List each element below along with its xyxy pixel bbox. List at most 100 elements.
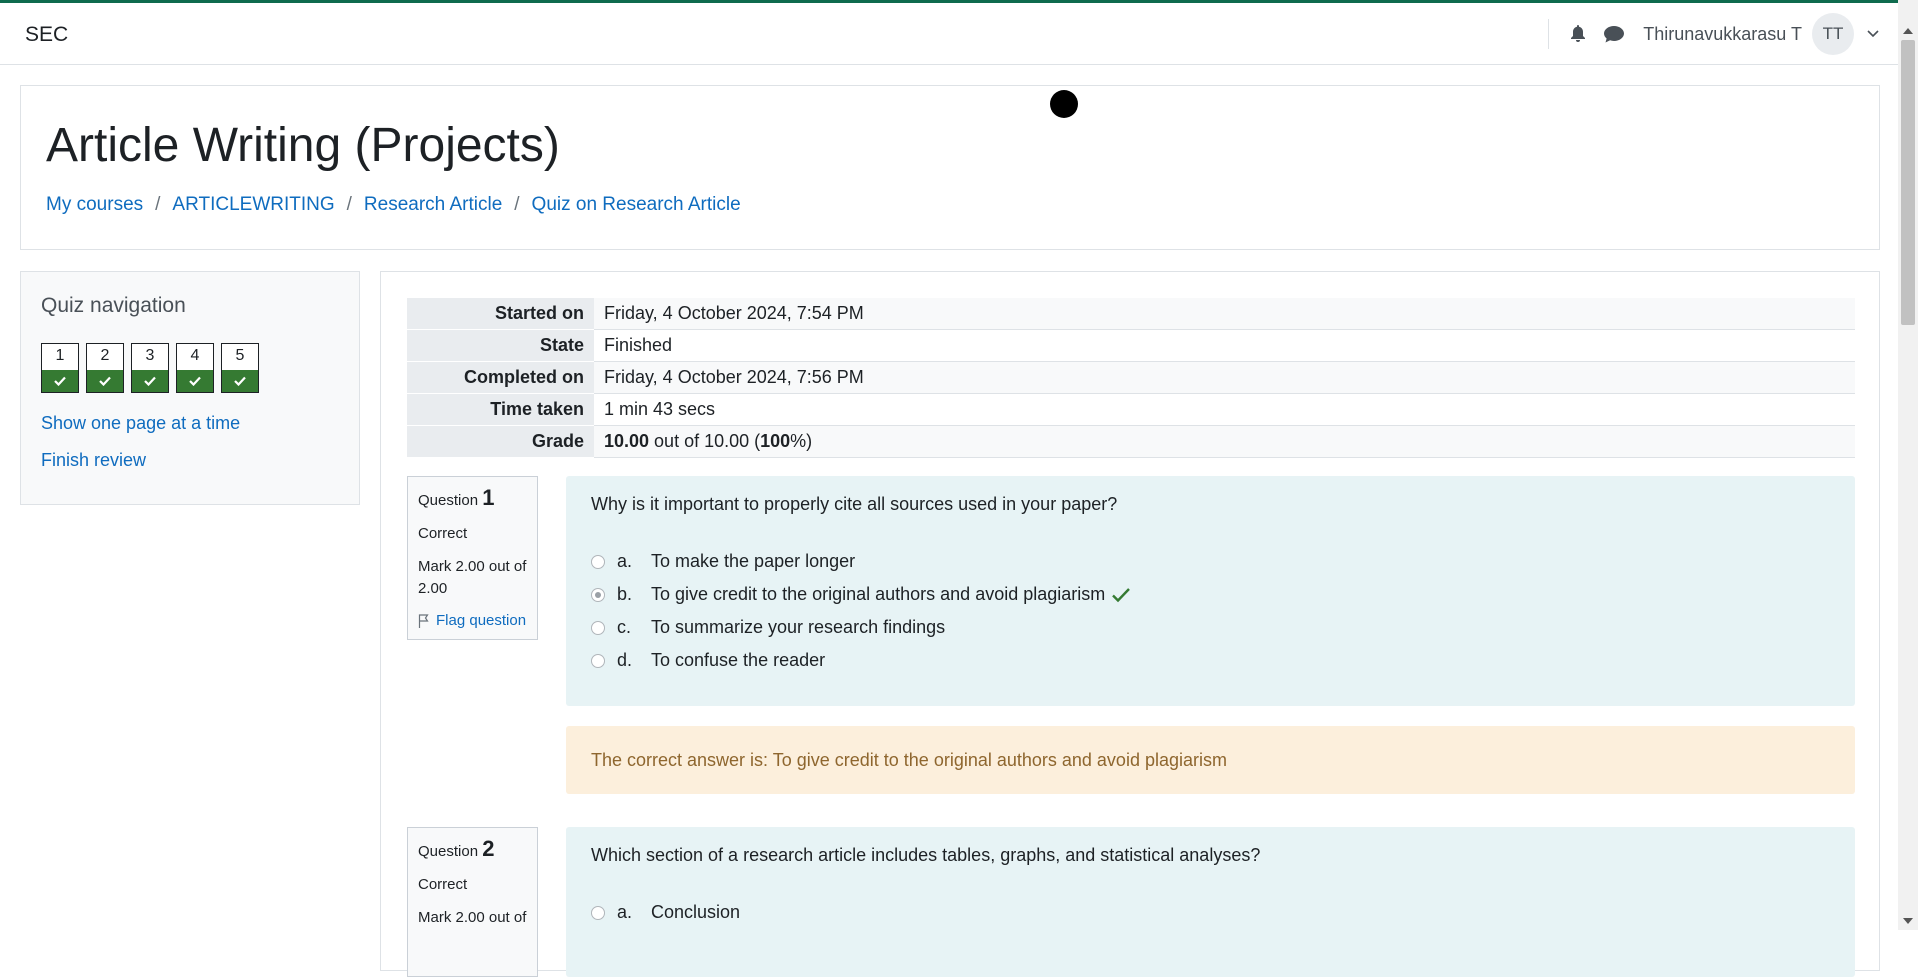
summary-label: Grade	[407, 425, 594, 458]
user-name[interactable]: Thirunavukkarasu T	[1643, 24, 1802, 45]
question-1-info: Question 1 Correct Mark 2.00 out of 2.00…	[407, 476, 538, 640]
summary-label: State	[407, 329, 594, 362]
navbar-user-area: Thirunavukkarasu T TT	[1548, 3, 1898, 65]
question-number-value: 1	[482, 485, 495, 510]
mouse-cursor-indicator	[1050, 90, 1078, 118]
question-2-info: Question 2 Correct Mark 2.00 out of	[407, 827, 538, 977]
quiz-nav-button-1[interactable]: 1	[41, 343, 79, 393]
flag-question-label: Flag question	[436, 612, 527, 629]
answer-text: To make the paper longer	[651, 551, 856, 571]
question-label: Question	[418, 843, 479, 860]
breadcrumb-separator: /	[346, 194, 352, 215]
quiz-nav-button-3[interactable]: 3	[131, 343, 169, 393]
answer-option-c[interactable]: c. To summarize your research findings	[591, 611, 1830, 644]
show-one-page-link[interactable]: Show one page at a time	[41, 413, 240, 434]
correct-check-icon	[1111, 587, 1131, 603]
grade-suffix: %)	[790, 431, 813, 451]
check-icon	[87, 370, 123, 392]
scroll-down-arrow-icon[interactable]	[1903, 918, 1913, 924]
bell-icon[interactable]	[1563, 19, 1593, 49]
answer-radio[interactable]	[591, 653, 605, 668]
summary-value: 1 min 43 secs	[594, 393, 1855, 426]
question-state: Correct	[418, 525, 468, 542]
breadcrumb-course[interactable]: ARTICLEWRITING	[172, 194, 334, 216]
question-2-formulation: Which section of a research article incl…	[566, 827, 1855, 977]
answer-radio-selected[interactable]	[591, 587, 605, 602]
breadcrumb-section[interactable]: Research Article	[364, 194, 502, 216]
question-number-value: 2	[482, 836, 495, 861]
quiz-navigation-block: Quiz navigation 1 2 3 4 5 Show one page …	[20, 271, 360, 505]
summary-label: Started on	[407, 298, 594, 330]
page-header: Article Writing (Projects) My courses / …	[20, 85, 1880, 250]
answer-letter: a.	[617, 551, 633, 571]
flag-icon	[418, 613, 430, 628]
answer-text: Conclusion	[651, 902, 741, 922]
answer-letter: d.	[617, 650, 633, 670]
quiz-nav-number: 5	[235, 347, 245, 364]
quiz-nav-buttons: 1 2 3 4 5	[41, 343, 266, 393]
answer-text: To summarize your research findings	[651, 617, 946, 637]
answer-list: a. To make the paper longer b. To give c…	[591, 545, 1830, 677]
question-grade: Mark 2.00 out of 2.00	[418, 558, 527, 597]
answer-letter: b.	[617, 584, 633, 604]
answer-list: a. Conclusion	[591, 896, 1830, 929]
scroll-up-arrow-icon[interactable]	[1903, 28, 1913, 34]
breadcrumb: My courses / ARTICLEWRITING / Research A…	[46, 194, 741, 216]
quiz-nav-number: 2	[100, 347, 110, 364]
summary-value: Finished	[594, 329, 1855, 362]
chat-icon[interactable]	[1599, 19, 1629, 49]
table-row: Completed on Friday, 4 October 2024, 7:5…	[407, 361, 1855, 394]
answer-option-a[interactable]: a. To make the paper longer	[591, 545, 1830, 578]
quiz-nav-button-4[interactable]: 4	[176, 343, 214, 393]
breadcrumb-quiz[interactable]: Quiz on Research Article	[532, 194, 741, 216]
question-state: Correct	[418, 876, 468, 893]
avatar[interactable]: TT	[1812, 13, 1854, 55]
chevron-down-icon[interactable]	[1860, 19, 1886, 49]
summary-label: Completed on	[407, 361, 594, 394]
navbar-divider	[1548, 19, 1550, 49]
page-scrollbar[interactable]	[1898, 0, 1918, 930]
site-name[interactable]: SEC	[25, 23, 68, 47]
answer-radio[interactable]	[591, 905, 605, 920]
check-icon	[132, 370, 168, 392]
quiz-nav-number: 4	[190, 347, 200, 364]
table-row: State Finished	[407, 329, 1855, 362]
breadcrumb-my-courses[interactable]: My courses	[46, 194, 143, 216]
check-icon	[177, 370, 213, 392]
flag-question-button[interactable]: Flag question	[418, 612, 527, 629]
scrollbar-thumb[interactable]	[1901, 40, 1915, 325]
top-navbar: SEC Thirunavukkarasu T TT	[0, 3, 1898, 65]
check-icon	[42, 370, 78, 392]
quiz-nav-button-5[interactable]: 5	[221, 343, 259, 393]
breadcrumb-separator: /	[155, 194, 161, 215]
check-icon	[222, 370, 258, 392]
answer-radio[interactable]	[591, 620, 605, 635]
answer-text: To confuse the reader	[651, 650, 826, 670]
answer-option-d[interactable]: d. To confuse the reader	[591, 644, 1830, 677]
answer-option-b[interactable]: b. To give credit to the original author…	[591, 578, 1830, 611]
summary-value: Friday, 4 October 2024, 7:54 PM	[594, 298, 1855, 330]
correct-answer-feedback: The correct answer is: To give credit to…	[566, 726, 1855, 794]
question-grade: Mark 2.00 out of	[418, 909, 527, 926]
attempt-summary-table: Started on Friday, 4 October 2024, 7:54 …	[407, 298, 1855, 458]
table-row: Time taken 1 min 43 secs	[407, 393, 1855, 426]
question-label: Question	[418, 492, 479, 509]
grade-score: 10.00	[604, 431, 650, 451]
table-row: Started on Friday, 4 October 2024, 7:54 …	[407, 298, 1855, 330]
question-number: Question 2	[418, 836, 527, 862]
summary-label: Time taken	[407, 393, 594, 426]
answer-radio[interactable]	[591, 554, 605, 569]
summary-value: Friday, 4 October 2024, 7:56 PM	[594, 361, 1855, 394]
quiz-nav-number: 1	[55, 347, 65, 364]
quiz-nav-number: 3	[145, 347, 155, 364]
quiz-navigation-title: Quiz navigation	[41, 294, 186, 317]
answer-option-a[interactable]: a. Conclusion	[591, 896, 1830, 929]
breadcrumb-separator: /	[514, 194, 520, 215]
question-number: Question 1	[418, 485, 527, 511]
quiz-nav-button-2[interactable]: 2	[86, 343, 124, 393]
question-text: Which section of a research article incl…	[591, 845, 1261, 865]
finish-review-link[interactable]: Finish review	[41, 450, 146, 471]
question-1-formulation: Why is it important to properly cite all…	[566, 476, 1855, 706]
table-row: Grade 10.00 out of 10.00 (100%)	[407, 425, 1855, 458]
answer-letter: a.	[617, 902, 633, 922]
